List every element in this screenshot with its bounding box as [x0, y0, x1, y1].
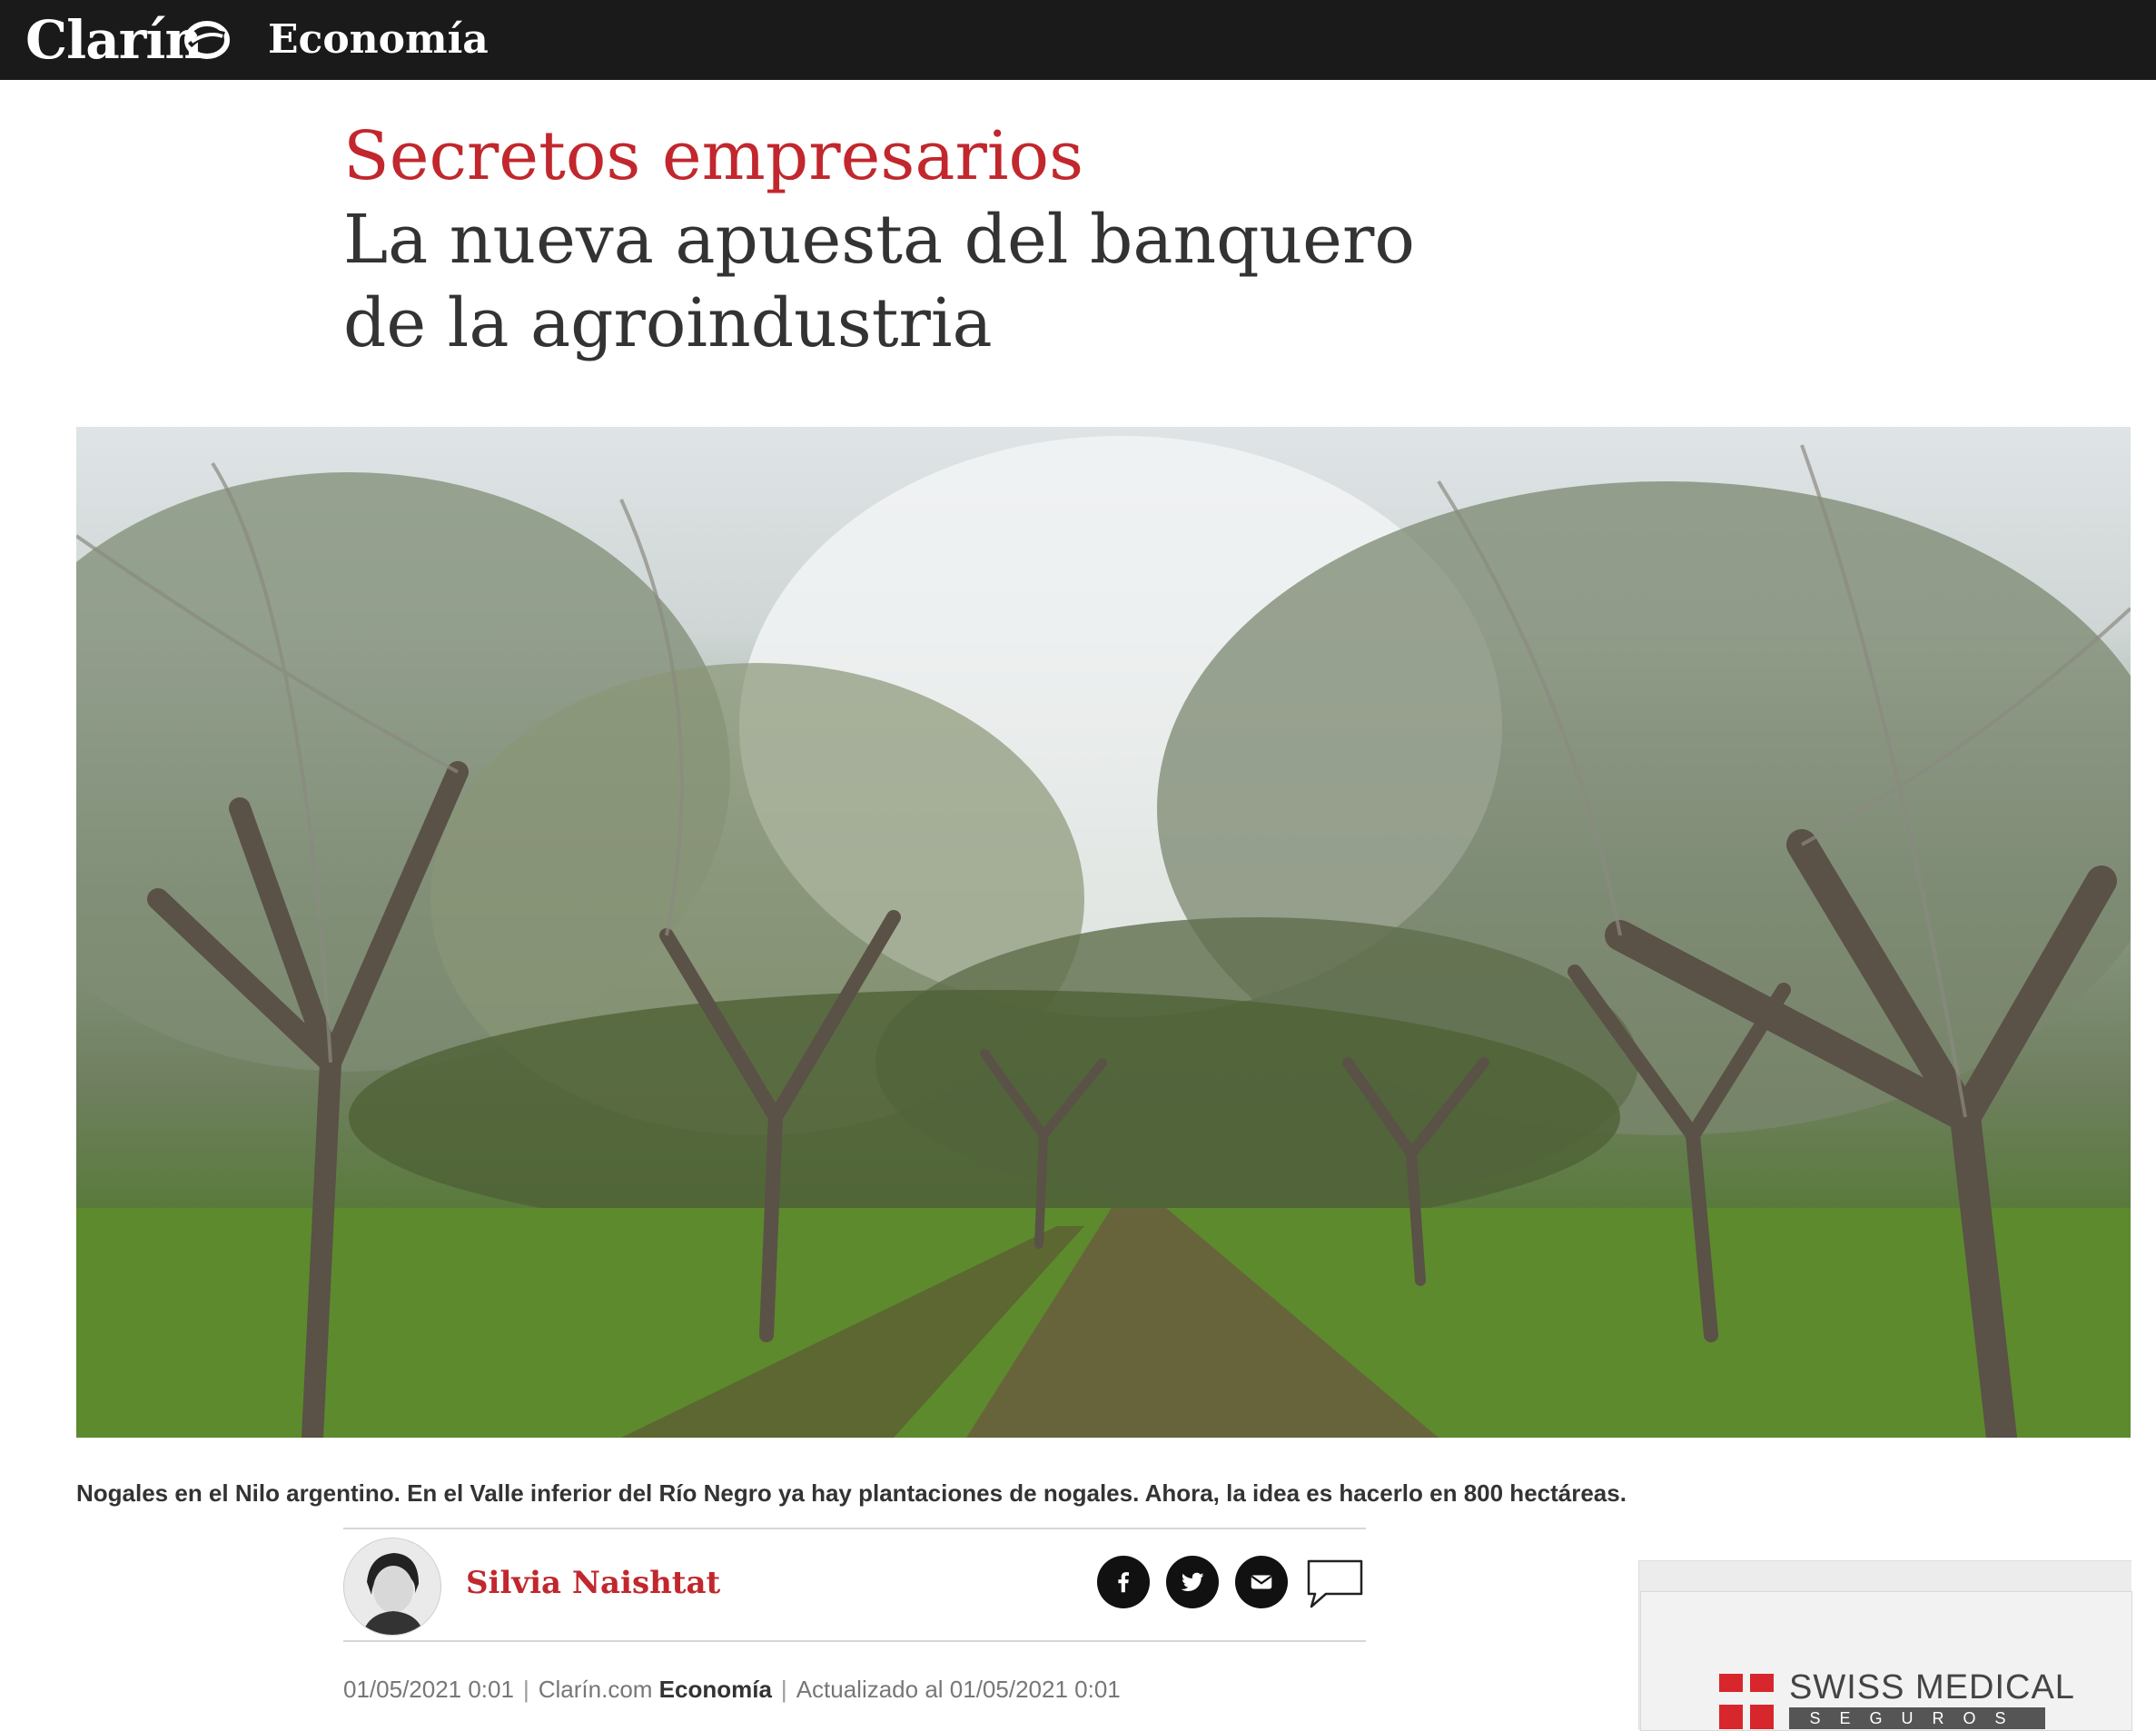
- image-caption: Nogales en el Nilo argentino. En el Vall…: [76, 1479, 1627, 1507]
- ad-brand-sub: SEGUROS: [1789, 1707, 2045, 1729]
- orchard-illustration: [76, 436, 2131, 1438]
- share-facebook-button[interactable]: [1097, 1556, 1150, 1608]
- article-meta: 01/05/2021 0:01 | Clarín.com Economía | Actu…: [343, 1676, 1121, 1703]
- comments-button[interactable]: [1306, 1558, 1364, 1610]
- ad-brand-name: SWISS MEDICAL: [1789, 1668, 2075, 1706]
- source-label: Clarín.com: [538, 1676, 653, 1703]
- section-link-economia[interactable]: Economía: [268, 13, 489, 67]
- top-bar: Clarín Economía: [0, 0, 2156, 80]
- meta-section-link[interactable]: Economía: [659, 1676, 772, 1703]
- author-avatar[interactable]: [343, 1538, 441, 1636]
- byline-bottom-rule: [343, 1640, 1366, 1642]
- swiss-medical-cross-icon: [1719, 1674, 1774, 1729]
- share-twitter-button[interactable]: [1166, 1556, 1219, 1608]
- email-icon: [1251, 1575, 1272, 1589]
- published-date: 01/05/2021 0:01: [343, 1676, 514, 1703]
- logo-mark-icon: [184, 21, 230, 59]
- updated-date: Actualizado al 01/05/2021 0:01: [796, 1676, 1121, 1703]
- site-logo[interactable]: Clarín: [25, 5, 203, 74]
- twitter-icon: [1181, 1572, 1204, 1592]
- article-kicker: Secretos empresarios: [343, 117, 1084, 195]
- facebook-icon: [1118, 1572, 1129, 1593]
- hero-image[interactable]: [76, 427, 2131, 1438]
- article-headline: La nueva apuesta del banquero de la agro…: [343, 201, 1415, 362]
- byline-top-rule: [343, 1528, 1366, 1529]
- author-name-link[interactable]: Silvia Naishtat: [466, 1562, 720, 1604]
- comment-icon: [1307, 1559, 1363, 1608]
- avatar-portrait: [344, 1538, 440, 1635]
- share-email-button[interactable]: [1235, 1556, 1288, 1608]
